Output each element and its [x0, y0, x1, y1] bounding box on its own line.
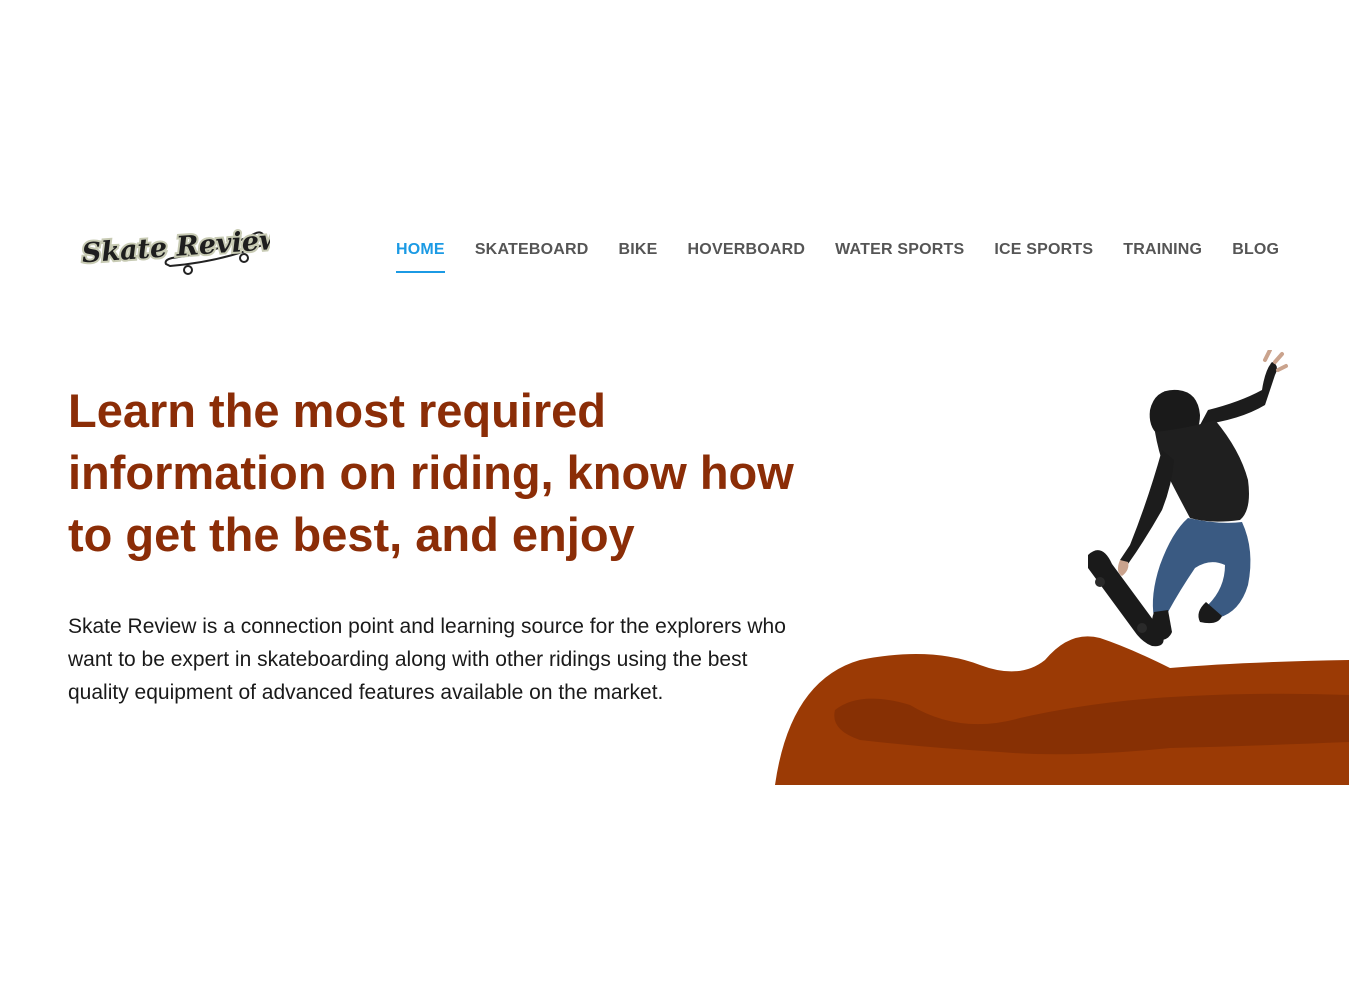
- nav-item-ice-sports[interactable]: ICE SPORTS: [994, 241, 1093, 271]
- nav-item-skateboard[interactable]: SKATEBOARD: [475, 241, 589, 271]
- nav-item-water-sports[interactable]: WATER SPORTS: [835, 241, 964, 271]
- nav-item-bike[interactable]: BIKE: [619, 241, 658, 271]
- hero-headline: Learn the most required information on r…: [68, 384, 794, 561]
- nav-item-home[interactable]: HOME: [396, 241, 445, 273]
- site-logo[interactable]: Skate Review: [78, 222, 270, 284]
- skater-figure: [1117, 350, 1288, 641]
- nav-item-blog[interactable]: BLOG: [1232, 241, 1279, 271]
- nav-item-training[interactable]: TRAINING: [1123, 241, 1202, 271]
- main-nav: HOME SKATEBOARD BIKE HOVERBOARD WATER SP…: [396, 241, 1279, 273]
- logo-text: Skate Review: [81, 224, 270, 269]
- hero-illustration: [770, 350, 1349, 790]
- skateboard-logo-icon: Skate Review: [79, 222, 270, 275]
- skateboarder-illustration: [775, 350, 1349, 785]
- nav-item-hoverboard[interactable]: HOVERBOARD: [688, 241, 806, 271]
- hero-description: Skate Review is a connection point and l…: [68, 615, 786, 704]
